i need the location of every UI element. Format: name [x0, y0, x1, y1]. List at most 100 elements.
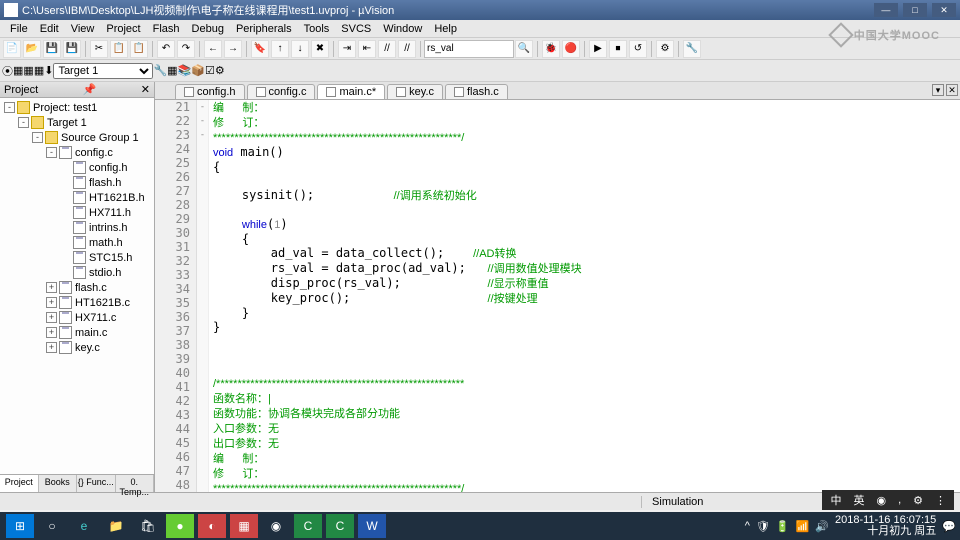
file-tab[interactable]: config.c — [247, 84, 316, 99]
nav-back-button[interactable]: ← — [204, 40, 222, 58]
tree-item[interactable]: -config.c — [2, 145, 152, 160]
ime-lang[interactable]: 中 — [828, 492, 843, 508]
fold-gutter[interactable]: - - - — [197, 100, 209, 492]
new-button[interactable]: 📄 — [3, 40, 21, 58]
config-button[interactable]: ⚙ — [656, 40, 674, 58]
tab-functions[interactable]: {} Func... — [77, 475, 116, 492]
indent-button[interactable]: ⇥ — [338, 40, 356, 58]
menu-peripherals[interactable]: Peripherals — [230, 23, 298, 35]
sel-button[interactable]: ☑ — [205, 64, 215, 77]
run-button[interactable]: ▶ — [589, 40, 607, 58]
tray-notifications-icon[interactable]: 💬 — [942, 520, 956, 533]
close-button[interactable]: ✕ — [932, 3, 956, 17]
tree-item[interactable]: math.h — [2, 235, 152, 250]
pin-icon[interactable]: 📌 — [83, 83, 97, 96]
tree-item[interactable]: -Project: test1 — [2, 100, 152, 115]
tree-item[interactable]: stdio.h — [2, 265, 152, 280]
menu-file[interactable]: File — [4, 23, 34, 35]
tree-item[interactable]: +HT1621B.c — [2, 295, 152, 310]
tray-defender-icon[interactable]: 🛡 — [756, 520, 770, 533]
undo-button[interactable]: ↶ — [157, 40, 175, 58]
target-combo[interactable]: Target 1 — [53, 63, 153, 79]
explorer-icon[interactable]: 📁 — [102, 514, 130, 538]
open-button[interactable]: 📂 — [23, 40, 41, 58]
bookmark-next-button[interactable]: ↓ — [291, 40, 309, 58]
menu-project[interactable]: Project — [100, 23, 146, 35]
stop-button[interactable]: ⏹ — [609, 40, 627, 58]
tools-button[interactable]: 🔧 — [683, 40, 701, 58]
tray-battery-icon[interactable]: 🔋 — [776, 520, 790, 533]
options-button[interactable]: 🔧 — [153, 64, 167, 77]
ime-settings-icon[interactable]: ⚙ — [911, 494, 925, 507]
clock[interactable]: 2018-11-16 16:07:15 十月初九 周五 — [835, 515, 936, 537]
nav-fwd-button[interactable]: → — [224, 40, 242, 58]
bookmark-prev-button[interactable]: ↑ — [271, 40, 289, 58]
store-icon[interactable]: 🛍 — [134, 514, 162, 538]
manage-button[interactable]: ▦ — [167, 64, 177, 77]
reset-button[interactable]: ↺ — [629, 40, 647, 58]
ime-mode[interactable]: 英 — [851, 492, 866, 508]
maximize-button[interactable]: □ — [903, 3, 927, 17]
tray-volume-icon[interactable]: 🔊 — [815, 520, 829, 533]
tray-wifi-icon[interactable]: 📶 — [796, 520, 810, 533]
debug-button[interactable]: 🐞 — [542, 40, 560, 58]
menu-edit[interactable]: Edit — [34, 23, 65, 35]
build-button[interactable]: ▦ — [13, 64, 23, 77]
menu-view[interactable]: View — [65, 23, 101, 35]
start-button[interactable]: ⊞ — [6, 514, 34, 538]
cut-button[interactable]: ✂ — [90, 40, 108, 58]
file-tab[interactable]: key.c — [387, 84, 443, 99]
app4-icon[interactable]: C — [294, 514, 322, 538]
tabnav-dropdown[interactable]: ▾ — [932, 84, 944, 96]
redo-button[interactable]: ↷ — [177, 40, 195, 58]
menu-help[interactable]: Help — [428, 23, 463, 35]
batch-build-button[interactable]: ▦ — [34, 64, 44, 77]
rebuild-button[interactable]: ▦ — [23, 64, 33, 77]
file-tab[interactable]: main.c* — [317, 84, 385, 99]
ime-punct[interactable]: , — [896, 494, 903, 506]
tab-templates[interactable]: 0. Temp... — [116, 475, 155, 492]
code-content[interactable]: 编 制： 修 订： ******************************… — [209, 100, 960, 492]
bookmark-clear-button[interactable]: ✖ — [311, 40, 329, 58]
ime-toolbar[interactable]: 中 英 ◉ , ⚙ ⋮ — [822, 490, 954, 510]
bookmark-button[interactable]: 🔖 — [251, 40, 269, 58]
books-button[interactable]: 📚 — [178, 64, 192, 77]
comment-button[interactable]: // — [378, 40, 396, 58]
code-editor[interactable]: 21 22 23 24 25 26 27 28 29 30 31 32 33 3… — [155, 100, 960, 492]
tree-item[interactable]: HT1621B.h — [2, 190, 152, 205]
uncomment-button[interactable]: // — [398, 40, 416, 58]
translate-button[interactable]: ⦿ — [2, 63, 13, 79]
project-tree[interactable]: -Project: test1-Target 1-Source Group 1-… — [0, 98, 154, 474]
file-tab[interactable]: config.h — [175, 84, 245, 99]
app2-icon[interactable]: ◐ — [198, 514, 226, 538]
unindent-button[interactable]: ⇤ — [358, 40, 376, 58]
minimize-button[interactable]: — — [874, 3, 898, 17]
download-button[interactable]: ⬇ — [44, 64, 53, 77]
tree-item[interactable]: +main.c — [2, 325, 152, 340]
menu-tools[interactable]: Tools — [298, 23, 336, 35]
file-tab[interactable]: flash.c — [445, 84, 508, 99]
saveall-button[interactable]: 💾 — [63, 40, 81, 58]
tree-item[interactable]: +HX711.c — [2, 310, 152, 325]
tree-item[interactable]: config.h — [2, 160, 152, 175]
tab-project[interactable]: Project — [0, 475, 39, 492]
ime-mic-icon[interactable]: ◉ — [874, 494, 888, 507]
tree-item[interactable]: flash.h — [2, 175, 152, 190]
menu-window[interactable]: Window — [377, 23, 428, 35]
mng-button[interactable]: ⚙ — [215, 64, 225, 77]
find-button[interactable]: 🔍 — [515, 40, 533, 58]
menu-debug[interactable]: Debug — [186, 23, 230, 35]
tree-item[interactable]: HX711.h — [2, 205, 152, 220]
tree-item[interactable]: -Source Group 1 — [2, 130, 152, 145]
copy-button[interactable]: 📋 — [110, 40, 128, 58]
tree-item[interactable]: intrins.h — [2, 220, 152, 235]
word-icon[interactable]: W — [358, 514, 386, 538]
close-panel-icon[interactable]: ✕ — [141, 83, 150, 96]
app3-icon[interactable]: ▦ — [230, 514, 258, 538]
tree-item[interactable]: STC15.h — [2, 250, 152, 265]
app1-icon[interactable]: ● — [166, 514, 194, 538]
find-combo[interactable] — [424, 40, 514, 58]
tray-up-icon[interactable]: ^ — [745, 520, 750, 532]
search-button[interactable]: ○ — [38, 514, 66, 538]
tabnav-close[interactable]: ✕ — [946, 84, 958, 96]
